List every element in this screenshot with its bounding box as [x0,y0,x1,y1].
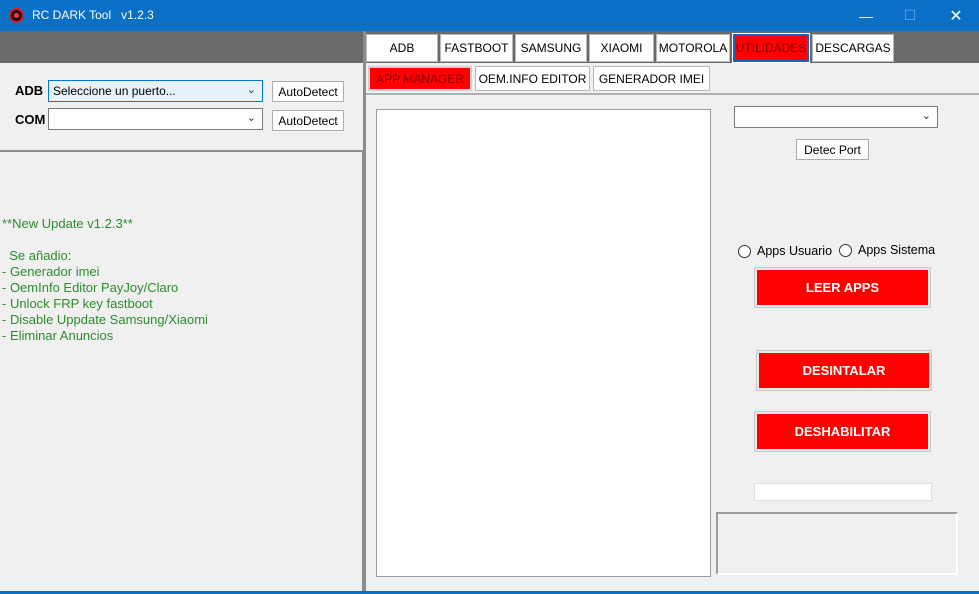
radio-apps-usuario[interactable]: Apps Usuario [738,244,832,258]
vertical-separator [363,31,366,594]
maximize-button[interactable]: ☐ [887,0,933,31]
adb-label: ADB [15,83,44,98]
chevron-down-icon: ⌄ [246,84,256,96]
chevron-down-icon: ⌄ [921,110,931,122]
radio-circle-icon [839,243,852,257]
close-button[interactable]: ✕ [933,0,979,31]
chevron-down-icon: ⌄ [246,112,256,124]
com-port-select[interactable]: ⌄ [48,108,263,130]
tab-adb[interactable]: ADB [366,34,438,62]
port-select[interactable]: ⌄ [734,106,938,128]
connection-panel [0,63,364,151]
read-apps-button[interactable]: LEER APPS [755,268,930,307]
radio-apps-sistema-label: Apps Sistema [858,243,936,257]
update-notes-text: **New Update v1.2.3** Se añadio: - Gener… [2,216,208,343]
tab-samsung[interactable]: SAMSUNG [515,34,587,62]
window-title: RC DARK Tool v1.2.3 [32,8,154,22]
tab-fastboot[interactable]: FASTBOOT [440,34,513,62]
content-divider [366,93,979,95]
subtab-app-manager[interactable]: APP MANAGER [368,66,472,91]
app-logo-icon [9,8,24,23]
com-autodetect-button[interactable]: AutoDetect [272,110,344,131]
adb-port-value: Seleccione un puerto... [53,84,176,98]
tab-motorola[interactable]: MOTOROLA [656,34,730,62]
subtab-generador-imei[interactable]: GENERADOR IMEI [593,66,710,91]
minimize-button[interactable]: — [843,0,889,31]
log-box [716,512,958,575]
adb-autodetect-button[interactable]: AutoDetect [272,81,344,102]
disable-button[interactable]: DESHABILITAR [755,412,930,451]
uninstall-button[interactable]: DESINTALAR [757,351,931,390]
detect-port-button[interactable]: Detec Port [796,139,869,160]
adb-port-select[interactable]: Seleccione un puerto... ⌄ [48,80,263,102]
progress-bar [754,483,932,501]
com-label: COM [15,112,46,127]
apps-list[interactable] [376,109,711,577]
radio-apps-sistema[interactable]: Apps Sistema [839,243,935,257]
radio-apps-usuario-label: Apps Usuario [757,244,833,258]
subtab-oem-info-editor[interactable]: OEM.INFO EDITOR [475,66,590,91]
title-bar: RC DARK Tool v1.2.3 — ☐ ✕ [0,0,979,31]
tab-descargas[interactable]: DESCARGAS [812,34,894,62]
radio-circle-icon [738,244,751,258]
tab-xiaomi[interactable]: XIAOMI [589,34,654,62]
tab-utilidades[interactable]: UTILIDADES [732,33,810,63]
